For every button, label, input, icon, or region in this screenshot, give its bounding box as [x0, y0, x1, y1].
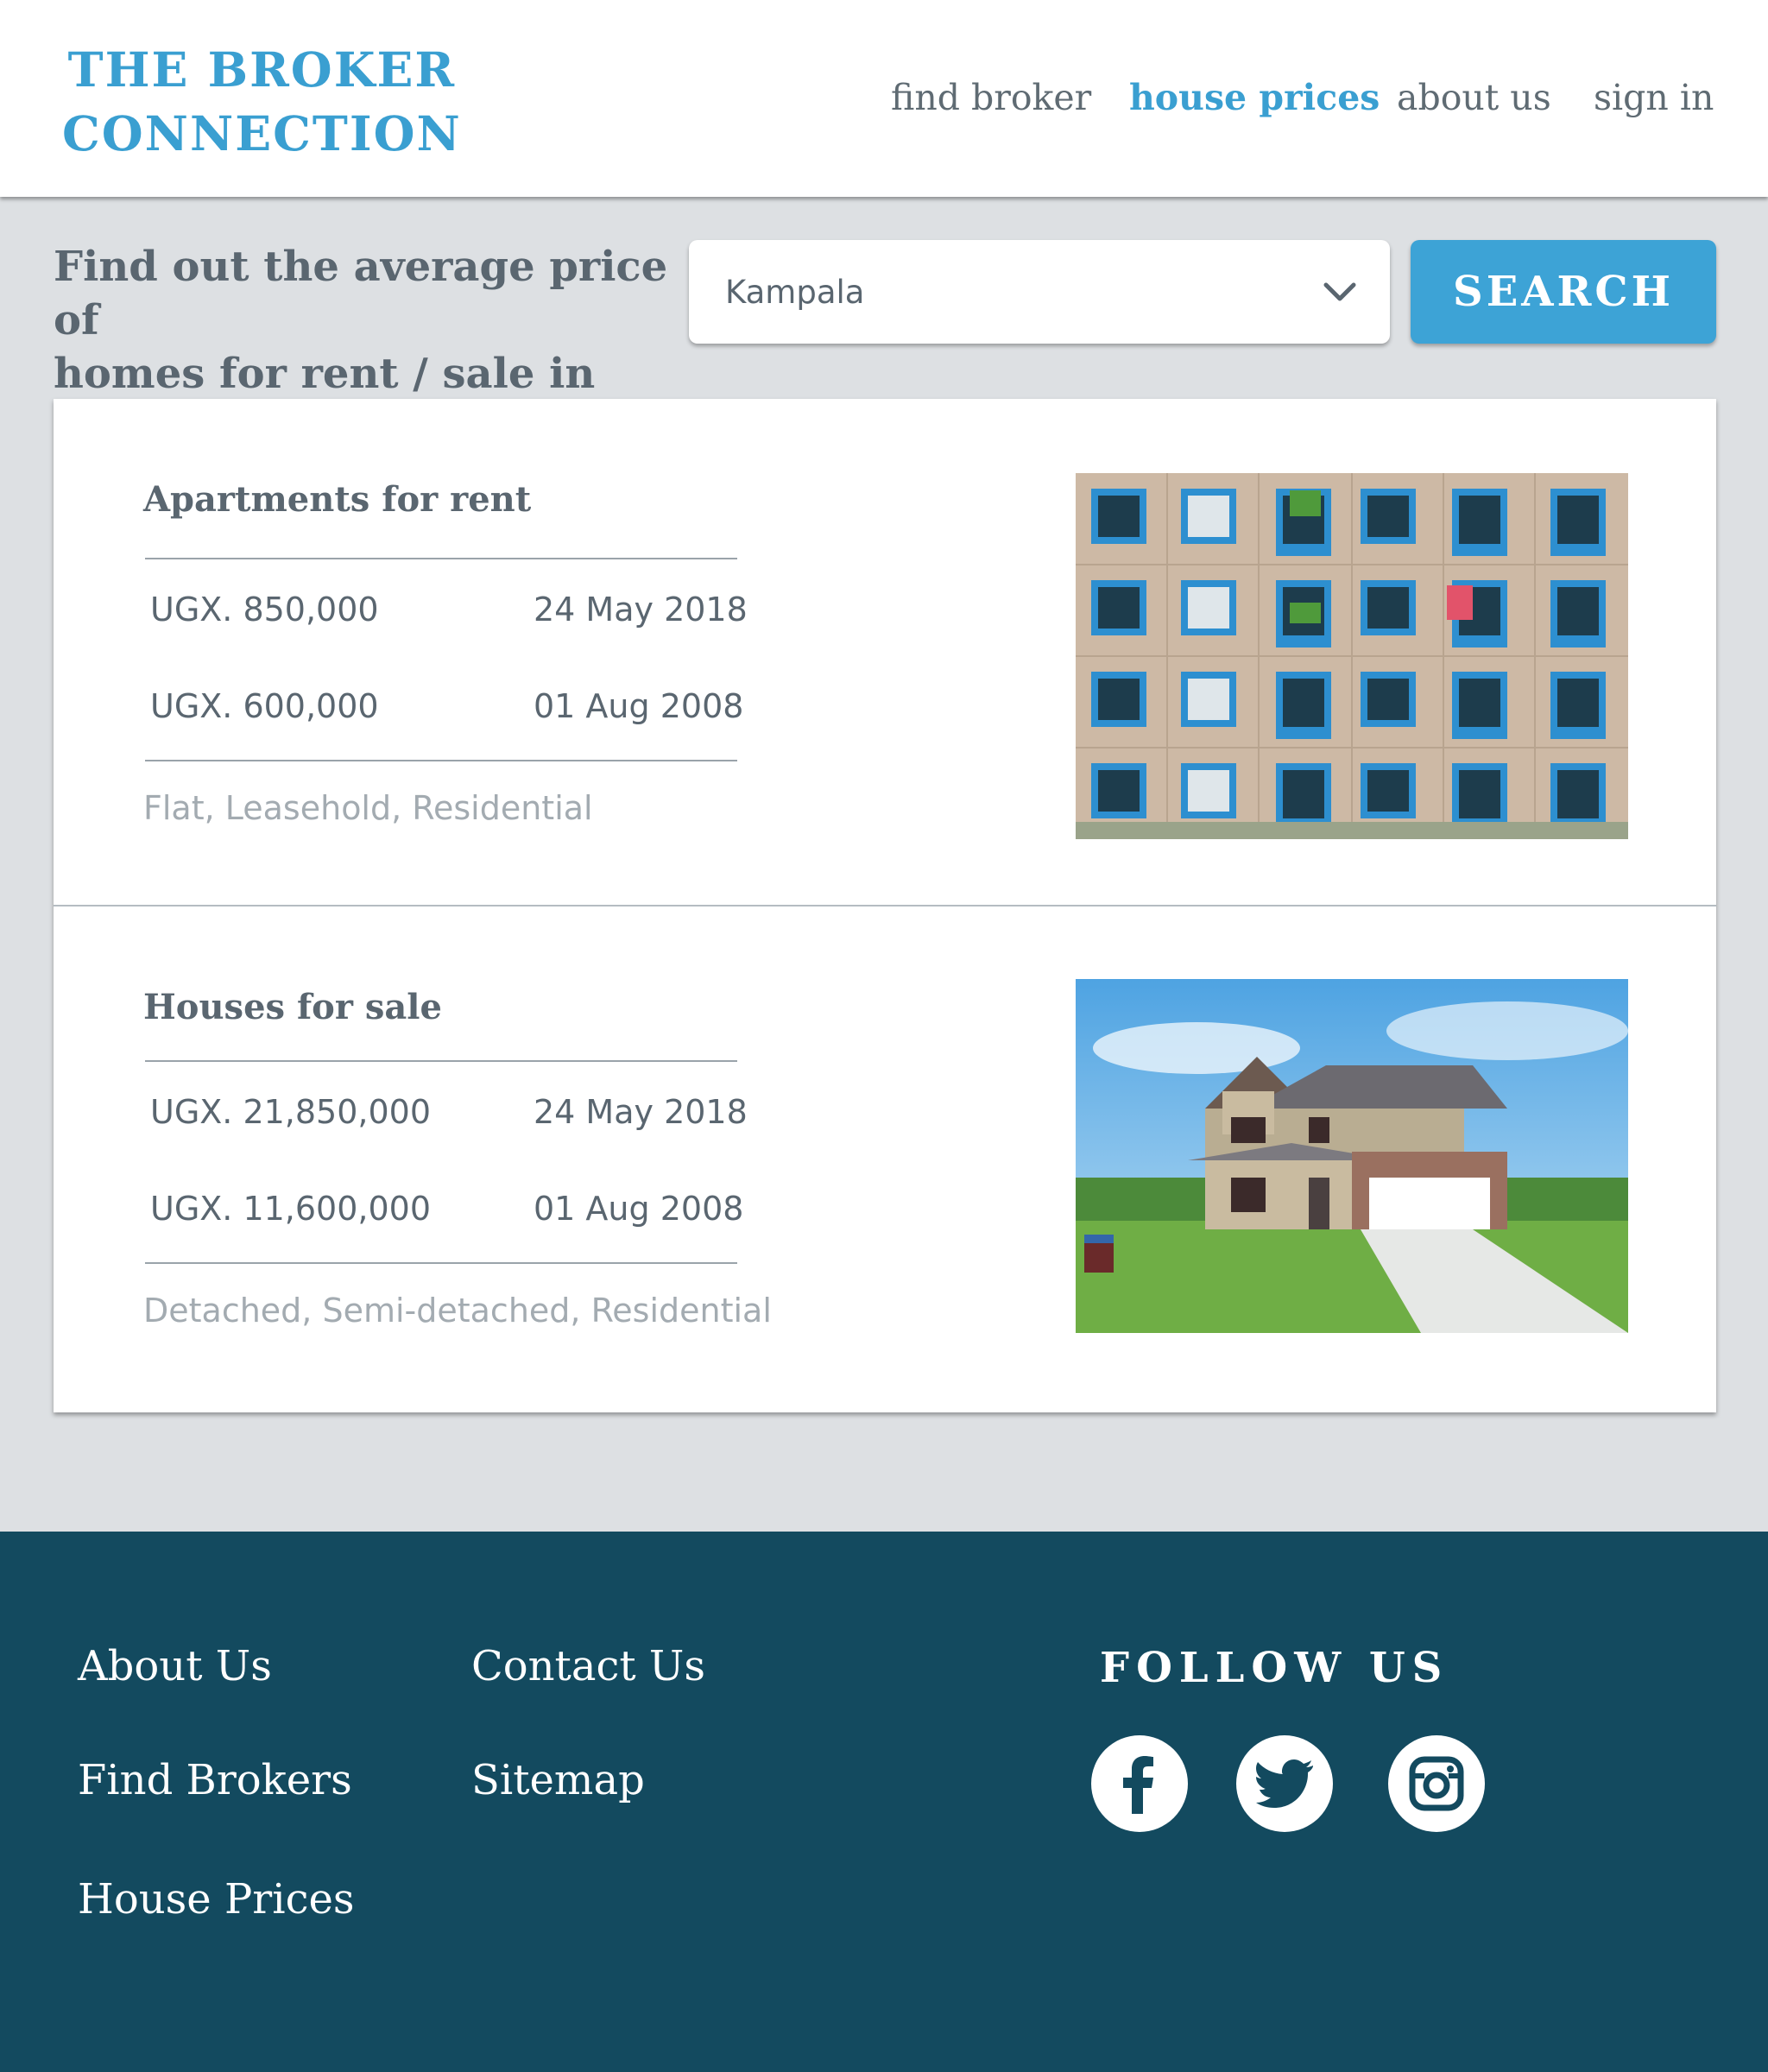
price-date: 01 Aug 2008 — [534, 1190, 744, 1228]
price-row: UGX. 600,000 01 Aug 2008 — [150, 680, 743, 732]
listing-title: Houses for sale — [143, 987, 442, 1027]
price-date: 24 May 2018 — [534, 1093, 748, 1131]
price-listings-card: Apartments for rent UGX. 850,000 24 May … — [54, 399, 1716, 1412]
price-date: 24 May 2018 — [534, 591, 748, 629]
follow-us-heading: FOLLOW US — [1100, 1644, 1449, 1692]
apartment-building-photo — [1076, 473, 1628, 839]
brand-line-2: CONNECTION — [62, 105, 462, 161]
location-dropdown-value: Kampala — [725, 273, 865, 311]
divider — [145, 760, 737, 761]
price-row: UGX. 11,600,000 01 Aug 2008 — [150, 1183, 743, 1235]
footer-link-contact-us[interactable]: Contact Us — [471, 1640, 705, 1692]
price-amount: UGX. 850,000 — [150, 591, 379, 629]
divider — [145, 1262, 737, 1264]
brand-line-1: THE BROKER — [67, 41, 457, 98]
brand-logo[interactable]: THE BROKER CONNECTION — [62, 38, 462, 166]
search-button[interactable]: SEARCH — [1411, 240, 1716, 344]
nav-house-prices[interactable]: house prices — [1129, 76, 1380, 119]
footer-link-find-brokers[interactable]: Find Brokers — [78, 1754, 352, 1806]
location-dropdown[interactable]: Kampala — [689, 240, 1390, 344]
footer-link-about-us[interactable]: About Us — [78, 1640, 272, 1692]
price-amount: UGX. 11,600,000 — [150, 1190, 432, 1228]
price-row: UGX. 21,850,000 24 May 2018 — [150, 1086, 748, 1138]
instagram-icon[interactable] — [1388, 1735, 1485, 1832]
listing-apartments-for-rent: Apartments for rent UGX. 850,000 24 May … — [54, 399, 1716, 905]
price-date: 01 Aug 2008 — [534, 687, 744, 725]
facebook-icon[interactable] — [1091, 1735, 1188, 1832]
site-header: THE BROKER CONNECTION find broker house … — [0, 0, 1768, 197]
property-tags: Flat, Leasehold, Residential — [143, 789, 593, 827]
nav-sign-in[interactable]: sign in — [1594, 76, 1714, 119]
property-tags: Detached, Semi-detached, Residential — [143, 1292, 772, 1330]
twitter-icon[interactable] — [1236, 1735, 1333, 1832]
footer-link-sitemap[interactable]: Sitemap — [471, 1754, 645, 1806]
suburban-house-photo — [1076, 979, 1628, 1333]
nav-about-us[interactable]: about us — [1397, 76, 1551, 119]
chevron-down-icon — [1323, 282, 1356, 301]
price-amount: UGX. 600,000 — [150, 687, 379, 725]
listing-houses-for-sale: Houses for sale UGX. 21,850,000 24 May 2… — [54, 905, 1716, 1411]
site-footer: About Us Contact Us Find Brokers Sitemap… — [0, 1532, 1768, 2072]
search-heading-line-1: Find out the average price of — [54, 243, 668, 344]
price-row: UGX. 850,000 24 May 2018 — [150, 584, 748, 635]
footer-link-house-prices[interactable]: House Prices — [78, 1873, 354, 1925]
divider — [145, 1060, 737, 1062]
divider — [145, 558, 737, 559]
nav-find-broker[interactable]: find broker — [891, 76, 1091, 119]
listing-title: Apartments for rent — [143, 479, 532, 520]
price-amount: UGX. 21,850,000 — [150, 1093, 432, 1131]
